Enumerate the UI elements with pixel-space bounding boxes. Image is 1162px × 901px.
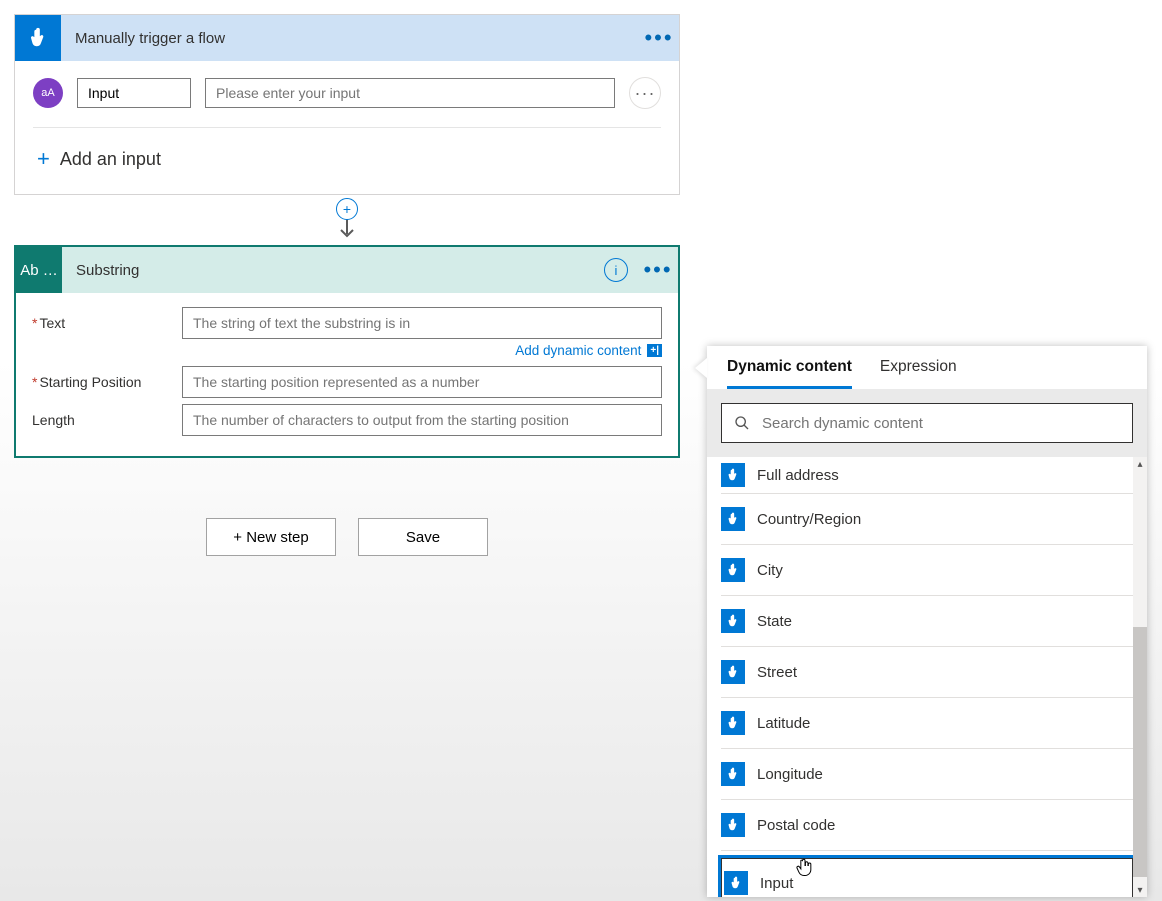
field-label-start: *Starting Position <box>32 374 182 390</box>
scrollbar-thumb[interactable] <box>1133 627 1147 877</box>
starting-position-input[interactable] <box>182 366 662 398</box>
dynamic-item-country-region[interactable]: Country/Region <box>721 494 1133 545</box>
substring-card: Ab … Substring i ••• *Text Add dynamic c… <box>14 245 680 458</box>
trigger-title: Manually trigger a flow <box>61 30 639 47</box>
trigger-more-button[interactable]: ••• <box>639 25 679 51</box>
field-label-length: Length <box>32 412 182 428</box>
plus-icon: + <box>37 146 50 172</box>
dynamic-item-city[interactable]: City <box>721 545 1133 596</box>
length-input[interactable] <box>182 404 662 436</box>
text-action-icon: Ab … <box>16 247 62 293</box>
scrollbar-track[interactable]: ▴ ▾ <box>1133 457 1147 897</box>
action-buttons: + New step Save <box>14 518 680 556</box>
dynamic-content-list: Full address Country/Region City State Stree… <box>707 457 1147 897</box>
search-box[interactable] <box>721 403 1133 443</box>
scroll-down-icon[interactable]: ▾ <box>1133 883 1147 897</box>
manual-trigger-icon <box>721 609 745 633</box>
tab-expression[interactable]: Expression <box>880 358 957 389</box>
manual-trigger-icon <box>721 762 745 786</box>
param-more-button[interactable]: ··· <box>629 77 661 109</box>
manual-trigger-icon <box>721 711 745 735</box>
dynamic-item-full-address[interactable]: Full address <box>721 457 1133 494</box>
dynamic-item-postal-code[interactable]: Postal code <box>721 800 1133 851</box>
manual-trigger-icon <box>15 15 61 61</box>
dynamic-item-label: Street <box>757 664 797 681</box>
search-icon <box>734 415 750 431</box>
text-type-icon: aA <box>33 78 63 108</box>
trigger-header[interactable]: Manually trigger a flow ••• <box>15 15 679 61</box>
add-input-label: Add an input <box>60 149 161 170</box>
field-label-text: *Text <box>32 315 182 331</box>
substring-header[interactable]: Ab … Substring i ••• <box>16 247 678 293</box>
flyout-caret-icon <box>695 358 707 378</box>
trigger-param-row: aA ··· <box>33 77 661 109</box>
manual-trigger-icon <box>721 463 745 487</box>
dynamic-item-label: Full address <box>757 467 839 484</box>
dynamic-item-label: City <box>757 562 783 579</box>
trigger-card: Manually trigger a flow ••• aA ··· + Add… <box>14 14 680 195</box>
manual-trigger-icon <box>721 813 745 837</box>
arrow-down-icon <box>340 218 354 240</box>
dynamic-content-flyout: Dynamic content Expression Full address C… <box>707 346 1147 897</box>
info-icon[interactable]: i <box>604 258 628 282</box>
tab-dynamic-content[interactable]: Dynamic content <box>727 358 852 389</box>
insert-step-button[interactable]: + <box>336 198 358 220</box>
dynamic-item-longitude[interactable]: Longitude <box>721 749 1133 800</box>
dynamic-item-street[interactable]: Street <box>721 647 1133 698</box>
scroll-up-icon[interactable]: ▴ <box>1133 457 1147 471</box>
add-dynamic-content-link[interactable]: Add dynamic content +| <box>32 343 662 358</box>
dynamic-item-label: Input <box>760 875 793 892</box>
fx-icon: +| <box>647 344 662 357</box>
new-step-button[interactable]: + New step <box>206 518 336 556</box>
param-name-input[interactable] <box>77 78 191 108</box>
substring-more-button[interactable]: ••• <box>638 257 678 283</box>
search-input[interactable] <box>760 414 1120 433</box>
manual-trigger-icon <box>721 558 745 582</box>
dynamic-item-latitude[interactable]: Latitude <box>721 698 1133 749</box>
dynamic-item-label: Country/Region <box>757 511 861 528</box>
dynamic-item-label: State <box>757 613 792 630</box>
add-input-button[interactable]: + Add an input <box>33 128 661 192</box>
substring-title: Substring <box>62 262 604 279</box>
dynamic-item-label: Postal code <box>757 817 835 834</box>
text-input[interactable] <box>182 307 662 339</box>
manual-trigger-icon <box>724 871 748 895</box>
param-description-input[interactable] <box>205 78 615 108</box>
manual-trigger-icon <box>721 507 745 531</box>
dynamic-item-label: Longitude <box>757 766 823 783</box>
dynamic-item-input[interactable]: Input <box>718 855 1136 897</box>
dynamic-item-label: Latitude <box>757 715 810 732</box>
save-button[interactable]: Save <box>358 518 488 556</box>
manual-trigger-icon <box>721 660 745 684</box>
dynamic-item-state[interactable]: State <box>721 596 1133 647</box>
flyout-tabs: Dynamic content Expression <box>707 346 1147 389</box>
connector: + <box>14 195 680 245</box>
